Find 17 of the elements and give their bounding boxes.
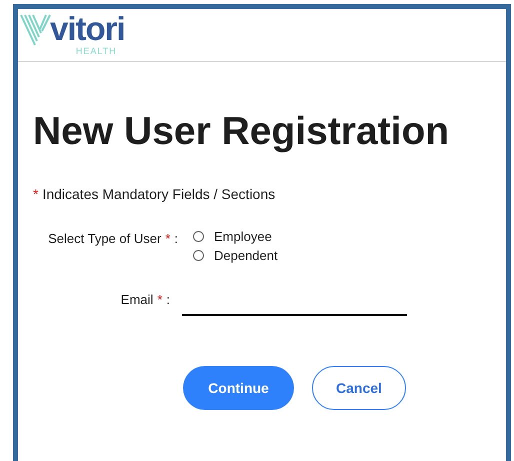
label-colon: : <box>166 291 170 309</box>
page-title: New User Registration <box>33 110 450 154</box>
email-label: Email <box>120 291 154 309</box>
required-marker: * <box>157 291 162 309</box>
radio-label: Dependent <box>214 246 278 265</box>
required-marker: * <box>165 230 170 248</box>
label-colon: : <box>174 230 178 248</box>
continue-button[interactable]: Continue <box>183 366 294 410</box>
logo-wordmark: vitori <box>50 12 125 46</box>
user-type-label: Select Type of User <box>48 230 162 248</box>
required-marker: * <box>33 185 38 204</box>
radio-label: Employee <box>214 228 272 246</box>
mandatory-note: Indicates Mandatory Fields / Sections <box>42 185 276 204</box>
logo-tagline: HEALTH <box>76 46 117 56</box>
cancel-button[interactable]: Cancel <box>312 366 406 410</box>
radio-button[interactable] <box>193 231 204 242</box>
radio-button[interactable] <box>193 250 204 261</box>
